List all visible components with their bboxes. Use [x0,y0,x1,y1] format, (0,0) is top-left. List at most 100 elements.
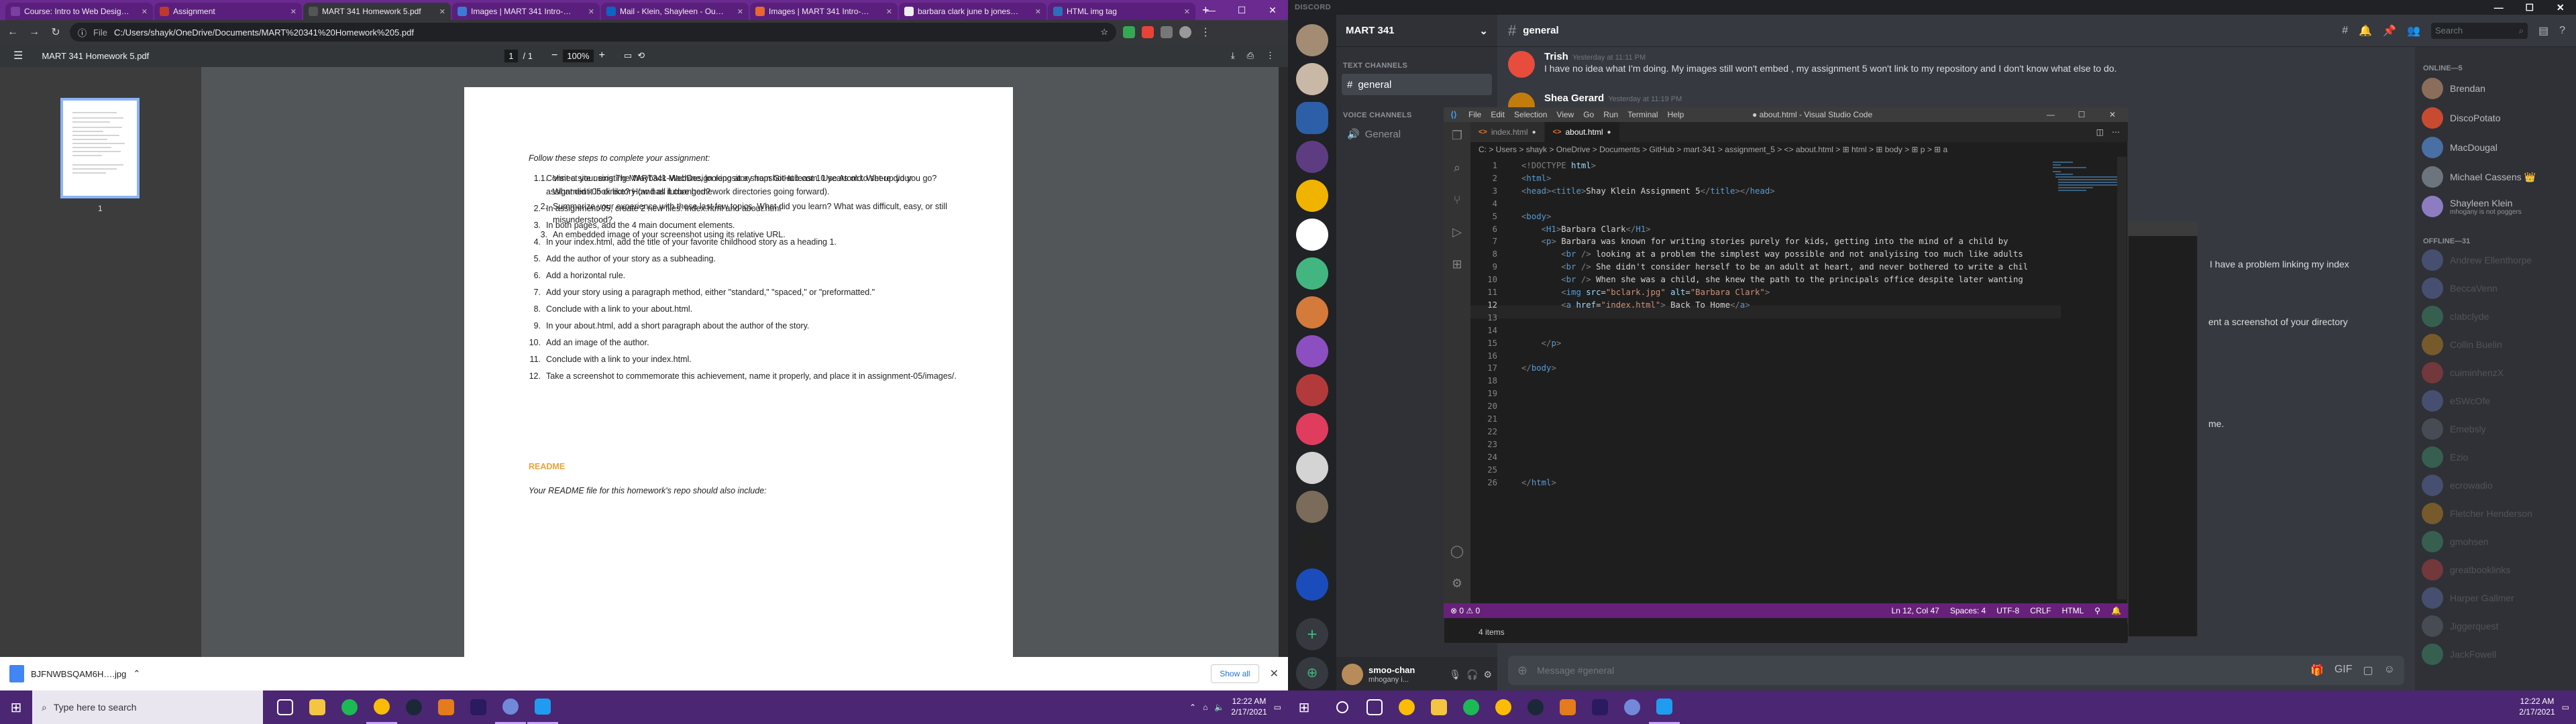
search-icon[interactable]: ⌕ [1449,161,1465,177]
server-icon[interactable] [1296,102,1328,134]
category-voice-channels[interactable]: VOICE CHANNELS [1343,111,1412,119]
extensions-icon[interactable]: ⊞ [1449,257,1465,274]
unsaved-dot-icon[interactable]: ● [1607,129,1611,136]
server-icon[interactable] [1296,257,1328,290]
close-tab-icon[interactable]: ✕ [435,7,445,16]
close-tab-icon[interactable]: ✕ [286,7,297,16]
adblock-icon[interactable] [1142,26,1154,38]
extension-icon[interactable] [1123,26,1135,38]
code-line[interactable]: <!DOCTYPE html> [1521,161,1596,170]
explorer-icon[interactable]: ❐ [1449,129,1465,145]
page-thumbnail[interactable] [60,98,140,198]
server-icon[interactable] [1296,219,1328,251]
close-tab-icon[interactable]: ✕ [1031,7,1041,16]
vscode-icon[interactable] [1649,690,1680,724]
avatar[interactable] [2422,334,2443,355]
server-icon[interactable] [1296,491,1328,523]
app-icon[interactable] [431,690,462,724]
avatar[interactable] [1342,664,1363,685]
app-icon[interactable] [1552,690,1583,724]
close-tab-icon[interactable]: ✕ [882,7,892,16]
browser-tab[interactable]: Images | MART 341 Intro-… ✕ [452,3,600,20]
rotate-icon[interactable]: ⟲ [637,50,645,61]
more-icon[interactable]: ⋯ [2112,127,2120,137]
menu-item-selection[interactable]: Selection [1509,110,1552,119]
upload-plus-icon[interactable]: ⊕ [1517,664,1527,678]
breadcrumb[interactable]: C: > Users > shayk > OneDrive > Document… [1470,142,2128,157]
pdf-scrollbar[interactable] [1279,67,1288,657]
language-mode[interactable]: HTML [2062,606,2084,615]
close-tab-icon[interactable]: ✕ [733,7,743,16]
indentation[interactable]: Spaces: 4 [1950,606,1986,615]
server-icon[interactable] [1296,568,1328,601]
menu-item-view[interactable]: View [1552,110,1578,119]
windows-start-icon[interactable]: ⊞ [1288,690,1320,724]
info-icon[interactable]: ⓘ [78,26,87,39]
browser-tab[interactable]: Mail - Klein, Shayleen - Ou… ✕ [601,3,749,20]
avatar[interactable] [2422,278,2443,299]
menu-item-run[interactable]: Run [1599,110,1623,119]
editor-scrollbar[interactable] [2117,157,2127,599]
member-offline[interactable]: greatbooklinks [2422,559,2510,581]
chrome-icon[interactable] [1391,690,1422,724]
member-offline[interactable]: clabclyde [2422,306,2489,327]
member-offline[interactable]: Harper Gallmer [2422,587,2514,609]
avatar[interactable] [2422,390,2443,412]
extension-icon[interactable] [1161,26,1173,38]
avatar[interactable] [2422,137,2443,158]
notifications-icon[interactable]: ▭ [1274,703,1281,712]
member-online[interactable]: MacDougal [2422,137,2498,158]
avatar[interactable] [2422,615,2443,637]
bookmark-star-icon[interactable]: ☆ [1100,27,1108,38]
more-icon[interactable]: ⋮ [1266,50,1275,61]
microphone-icon[interactable]: 🎙 [1449,669,1461,680]
code-line[interactable]: </body> [1521,363,1556,373]
member-offline[interactable]: eSWcOfe [2422,390,2490,412]
taskbar-search[interactable]: ⌕ Type here to search [32,690,263,724]
zoom-out-icon[interactable]: − [551,50,557,62]
member-offline[interactable]: Andrew Ellenthorpe [2422,249,2532,271]
aftereffects-icon[interactable] [463,690,494,724]
explore-servers-icon[interactable]: ⊕ [1296,657,1328,689]
code-line[interactable]: <br /> looking at a problem the simplest… [1521,249,2023,259]
task-view-icon[interactable] [1359,690,1390,724]
zoom-in-icon[interactable]: + [599,50,605,62]
close-tab-icon[interactable]: ✕ [138,7,148,16]
message-author[interactable]: Trish [1544,51,1568,62]
avatar[interactable] [2422,362,2443,383]
avatar[interactable] [2422,306,2443,327]
browser-tab[interactable]: Course: Intro to Web Desig… ✕ [5,3,153,20]
channel-general[interactable]: # general [1342,74,1492,95]
code-line[interactable]: <img src="bclark.jpg" alt="Barbara Clark… [1521,288,1770,297]
code-editor[interactable]: 1 <!DOCTYPE html> 2 <html> 3 <head><title>Sha… [1470,161,2074,487]
member-offline[interactable]: Collin Buelin [2422,334,2502,355]
spotify-icon[interactable] [1456,690,1487,724]
member-online[interactable]: DiscoPotato [2422,107,2500,129]
split-editor-icon[interactable]: ◫ [2096,127,2104,137]
code-line[interactable]: <head><title>Shay Klein Assignment 5</ti… [1521,186,1775,196]
code-line[interactable]: </p> [1521,339,1562,348]
server-icon[interactable] [1296,452,1328,484]
avatar[interactable] [2422,531,2443,552]
zoom-level[interactable]: 100% [563,49,594,62]
avatar[interactable] [2422,249,2443,271]
server-icon[interactable] [1296,24,1328,56]
member-offline[interactable]: Fletcher Henderson [2422,503,2532,524]
avatar[interactable] [2422,503,2443,524]
download-item[interactable]: BJFNWBSQAM6H….jpg ⌃ [9,665,140,682]
code-line[interactable]: <p> Barbara was known for writing storie… [1521,237,2008,246]
sticker-icon[interactable]: ▢ [2363,664,2373,677]
maximize-button[interactable]: ☐ [1226,0,1257,20]
forward-icon[interactable]: → [27,26,42,38]
fit-page-icon[interactable]: ▭ [624,50,632,61]
close-icon[interactable]: ✕ [1270,667,1279,680]
browser-tab[interactable]: Images | MART 341 Intro-… ✕ [750,3,898,20]
code-line[interactable]: <br /> She didn't consider herself to be… [1521,262,2028,272]
member-online[interactable]: Michael Cassens 👑 [2422,166,2536,188]
network-icon[interactable]: ⌂ [1203,703,1208,712]
clock[interactable]: 12:22 AM 2/17/2021 [2519,697,2555,717]
encoding[interactable]: UTF-8 [1996,606,2019,615]
code-line[interactable]: <br /> When she was a child, she knew th… [1521,275,2023,284]
inbox-icon[interactable]: ▤ [2538,24,2548,38]
tab-about-html[interactable]: <> about.html ● [1544,122,1620,142]
